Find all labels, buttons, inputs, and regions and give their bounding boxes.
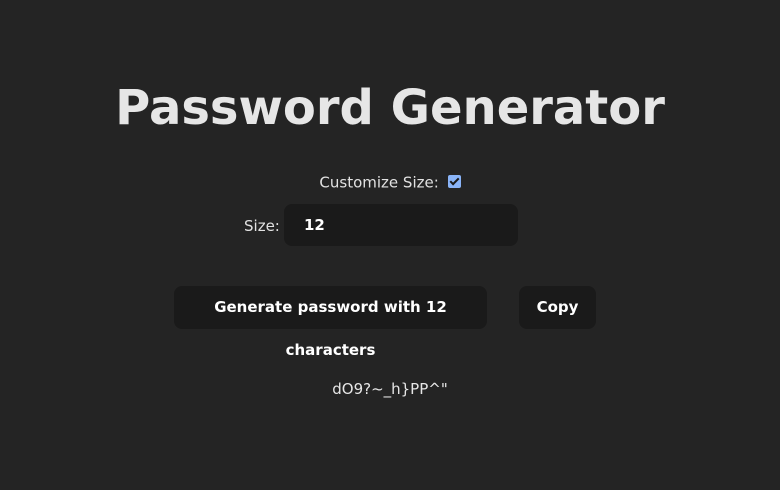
app-root: Password Generator Customize Size: Size:…: [0, 0, 780, 490]
customize-size-label: Customize Size:: [319, 173, 439, 192]
size-label: Size:: [244, 217, 280, 235]
customize-size-checkbox[interactable]: [447, 175, 461, 188]
copy-button[interactable]: Copy: [519, 286, 596, 329]
generated-password: dO9?~_h}PP^": [332, 380, 448, 398]
generate-password-button[interactable]: Generate password with 12 characters: [174, 286, 487, 359]
customize-size-row: Customize Size:: [0, 172, 780, 193]
page-title: Password Generator: [115, 80, 665, 136]
checkmark-icon: [449, 175, 460, 186]
size-input[interactable]: 12: [284, 204, 518, 246]
